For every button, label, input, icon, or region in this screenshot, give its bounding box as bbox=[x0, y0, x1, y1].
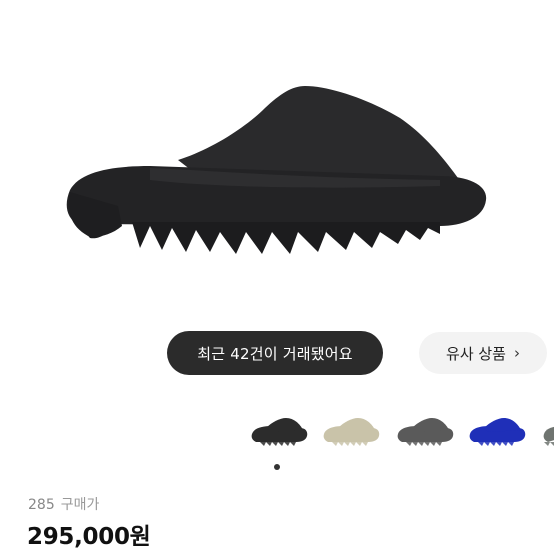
size-value: 285 bbox=[28, 497, 55, 513]
similar-products-button[interactable]: 유사 상품 › bbox=[419, 332, 547, 374]
chevron-right-icon: › bbox=[513, 344, 520, 362]
purchase-price-label: 구매가 bbox=[60, 497, 100, 513]
size-purchase-meta: 285 구매가 bbox=[28, 494, 99, 514]
variant-thumb-granite[interactable] bbox=[394, 410, 456, 454]
variant-thumbnails bbox=[0, 410, 554, 460]
price-value: 295,000원 bbox=[27, 524, 151, 550]
similar-products-label: 유사 상품 bbox=[446, 344, 506, 363]
variant-thumb-bone[interactable] bbox=[320, 410, 382, 454]
recent-trades-badge: 최근 42건이 거래됐어요 bbox=[167, 331, 383, 375]
carousel-indicator-dot[interactable] bbox=[274, 464, 280, 470]
variant-thumb-azure[interactable] bbox=[466, 410, 528, 454]
slide-sandal-icon bbox=[66, 86, 487, 254]
product-hero-image[interactable] bbox=[0, 0, 554, 320]
variant-thumb-slate[interactable] bbox=[540, 410, 554, 454]
variant-thumb-onyx[interactable] bbox=[248, 410, 310, 454]
recent-trades-text: 최근 42건이 거래됐어요 bbox=[197, 344, 353, 363]
